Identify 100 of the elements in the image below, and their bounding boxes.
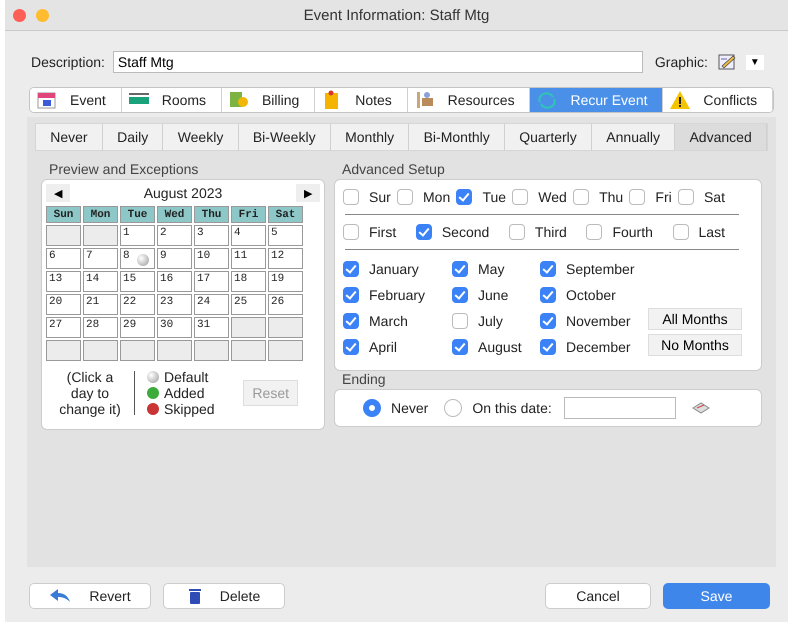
day-cell[interactable]: 21: [83, 294, 118, 315]
recurrence-tab[interactable]: Advanced: [675, 124, 767, 150]
checkbox-label: Fourth: [612, 224, 653, 240]
day-cell[interactable]: 29: [120, 317, 155, 338]
recurrence-tab[interactable]: Daily: [102, 124, 164, 150]
day-cell[interactable]: 5: [268, 225, 303, 246]
recurrence-tab[interactable]: Quarterly: [504, 124, 592, 150]
cancel-button[interactable]: Cancel: [545, 583, 651, 609]
day-cell[interactable]: 23: [157, 294, 192, 315]
weekday-header: Wed: [157, 206, 192, 223]
day-cell[interactable]: 4: [231, 225, 266, 246]
checkbox-label: October: [566, 287, 616, 303]
checkbox[interactable]: [629, 189, 646, 205]
day-cell[interactable]: 14: [83, 271, 118, 292]
checkbox[interactable]: [678, 189, 694, 205]
checkbox-label: April: [369, 339, 398, 355]
radio-button[interactable]: [444, 399, 462, 417]
day-cell[interactable]: 25: [231, 294, 266, 315]
day-cell[interactable]: 13: [46, 271, 81, 292]
day-cell[interactable]: 19: [268, 271, 303, 292]
day-cell[interactable]: 20: [46, 294, 81, 315]
checkbox[interactable]: [452, 261, 468, 277]
checkbox[interactable]: [512, 189, 528, 205]
recurrence-tab[interactable]: Monthly: [330, 124, 410, 150]
checkbox[interactable]: [452, 339, 468, 355]
cycle-icon: [536, 90, 558, 110]
next-month-button[interactable]: ▶: [296, 184, 320, 202]
day-cell[interactable]: 26: [268, 294, 303, 315]
revert-button[interactable]: Revert: [29, 583, 151, 609]
checkbox-label: Wed: [538, 189, 567, 205]
checkbox-label: December: [566, 339, 631, 355]
checkbox-label: Sur: [369, 189, 391, 205]
added-marker-icon: [147, 387, 159, 399]
month-button[interactable]: All Months: [648, 308, 742, 330]
day-cell[interactable]: 6: [46, 248, 81, 269]
day-cell[interactable]: 24: [194, 294, 229, 315]
close-button[interactable]: [13, 8, 26, 22]
checkbox[interactable]: [343, 339, 359, 355]
empty-day-cell: [46, 225, 81, 246]
day-cell[interactable]: 28: [83, 317, 118, 338]
checkbox[interactable]: [540, 287, 556, 303]
checkbox[interactable]: [586, 224, 602, 240]
month-button[interactable]: No Months: [648, 334, 742, 356]
checkbox[interactable]: [508, 224, 525, 240]
checkbox-label: March: [369, 313, 408, 329]
day-cell[interactable]: 11: [231, 248, 266, 269]
weekday-header: Tue: [120, 206, 155, 223]
checkbox[interactable]: [452, 287, 468, 303]
checkbox[interactable]: [540, 313, 556, 329]
day-cell[interactable]: 10: [194, 248, 229, 269]
checkbox[interactable]: [343, 287, 359, 303]
empty-day-cell: [231, 340, 266, 361]
pencil-note-icon[interactable]: [718, 53, 738, 71]
day-cell[interactable]: 18: [231, 271, 266, 292]
checkbox[interactable]: [452, 313, 468, 329]
day-cell[interactable]: 30: [157, 317, 192, 338]
checkbox[interactable]: [343, 313, 359, 329]
checkbox[interactable]: [540, 261, 556, 277]
empty-day-cell: [83, 340, 118, 361]
day-cell[interactable]: 22: [120, 294, 155, 315]
day-cell[interactable]: 3: [194, 225, 229, 246]
day-cell[interactable]: 12: [268, 248, 303, 269]
checkbox[interactable]: [416, 224, 432, 240]
checkbox[interactable]: [672, 224, 689, 240]
date-field[interactable]: [564, 397, 676, 419]
radio-button[interactable]: [363, 399, 381, 417]
checkbox[interactable]: [343, 189, 359, 205]
day-cell[interactable]: 8: [120, 248, 155, 269]
skipped-marker-icon: [147, 403, 159, 415]
day-cell[interactable]: 7: [83, 248, 118, 269]
tab[interactable]: Event: [30, 88, 122, 112]
recurrence-tab[interactable]: Bi-Monthly: [409, 124, 505, 150]
recurrence-tab[interactable]: Never: [36, 124, 103, 150]
checkbox[interactable]: [397, 189, 414, 205]
day-cell[interactable]: 15: [120, 271, 155, 292]
day-cell[interactable]: 2: [157, 225, 192, 246]
day-cell[interactable]: 1: [120, 225, 155, 246]
save-button[interactable]: Save: [663, 583, 770, 609]
day-cell[interactable]: 27: [46, 317, 81, 338]
section-title: Advanced Setup: [342, 161, 446, 177]
checkbox-label: Thu: [599, 189, 624, 205]
day-cell[interactable]: 31: [194, 317, 229, 338]
checkbox[interactable]: [456, 189, 472, 205]
checkbox[interactable]: [343, 261, 359, 277]
recurrence-tab[interactable]: Weekly: [163, 124, 239, 150]
day-cell[interactable]: 16: [157, 271, 192, 292]
checkbox[interactable]: [573, 189, 590, 205]
empty-day-cell: [268, 317, 303, 338]
recurrence-tab[interactable]: Annually: [592, 124, 676, 150]
day-cell[interactable]: 17: [194, 271, 229, 292]
description-field[interactable]: Staff Mtg: [112, 51, 643, 73]
checkbox[interactable]: [540, 339, 556, 355]
checkbox-label: Last: [698, 224, 725, 240]
checkbox[interactable]: [343, 224, 359, 240]
checkbox-label: First: [369, 224, 396, 240]
delete-button[interactable]: Delete: [163, 583, 285, 609]
day-cell[interactable]: 9: [157, 248, 192, 269]
previous-month-button[interactable]: ◀: [46, 184, 70, 202]
recurrence-tab[interactable]: Bi-Weekly: [238, 124, 331, 150]
graphic-dropdown[interactable]: ▼: [746, 54, 764, 70]
